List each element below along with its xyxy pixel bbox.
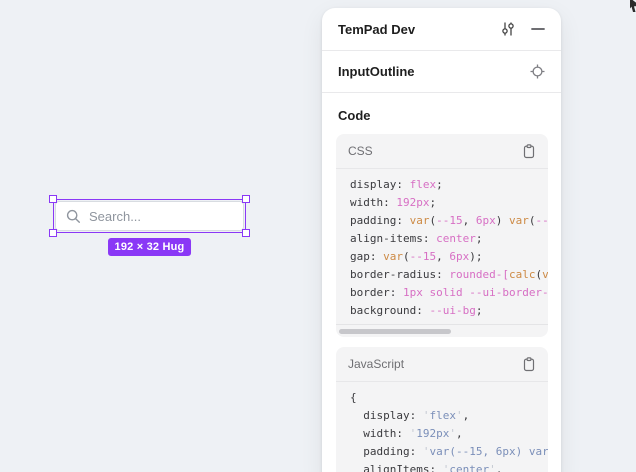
panel-title: TemPad Dev (338, 22, 415, 37)
code-section-title: Code (322, 93, 561, 134)
selection-size-badge: 192 × 32 Hug (108, 238, 192, 256)
javascript-code[interactable]: { display: 'flex', width: '192px', paddi… (336, 382, 548, 472)
css-code-block: CSS display: flex;width: 192px;padding: … (336, 134, 548, 337)
component-row: InputOutline (322, 51, 561, 92)
tempad-dev-panel: TemPad Dev InputOut (322, 8, 561, 472)
selection-handle-nw[interactable] (49, 195, 57, 203)
selection-outline: Search... 192 × 32 Hug (53, 199, 246, 233)
javascript-block-header: JavaScript (336, 347, 548, 382)
scrollbar-thumb[interactable] (339, 329, 451, 334)
css-code[interactable]: display: flex;width: 192px;padding: var(… (336, 169, 548, 324)
selection-handle-ne[interactable] (242, 195, 250, 203)
search-input-component[interactable]: Search... (55, 201, 244, 231)
javascript-block-label: JavaScript (348, 357, 404, 371)
panel-header: TemPad Dev (322, 8, 561, 50)
css-block-label: CSS (348, 144, 373, 158)
css-block-header: CSS (336, 134, 548, 169)
selection-handle-sw[interactable] (49, 229, 57, 237)
horizontal-scrollbar[interactable] (336, 324, 548, 337)
settings-sliders-icon[interactable] (500, 21, 516, 37)
javascript-code-block: JavaScript { display: 'flex', width: '19… (336, 347, 548, 472)
copy-clipboard-icon[interactable] (522, 357, 536, 372)
figma-canvas: Search... 192 × 32 Hug TemPad Dev (0, 0, 636, 472)
search-placeholder: Search... (89, 209, 141, 224)
component-name: InputOutline (338, 64, 415, 79)
selection-handle-se[interactable] (242, 229, 250, 237)
search-icon (66, 209, 81, 224)
locate-target-icon[interactable] (530, 64, 545, 79)
minimize-icon[interactable] (531, 22, 545, 36)
copy-clipboard-icon[interactable] (522, 144, 536, 159)
mouse-cursor (630, 0, 636, 12)
